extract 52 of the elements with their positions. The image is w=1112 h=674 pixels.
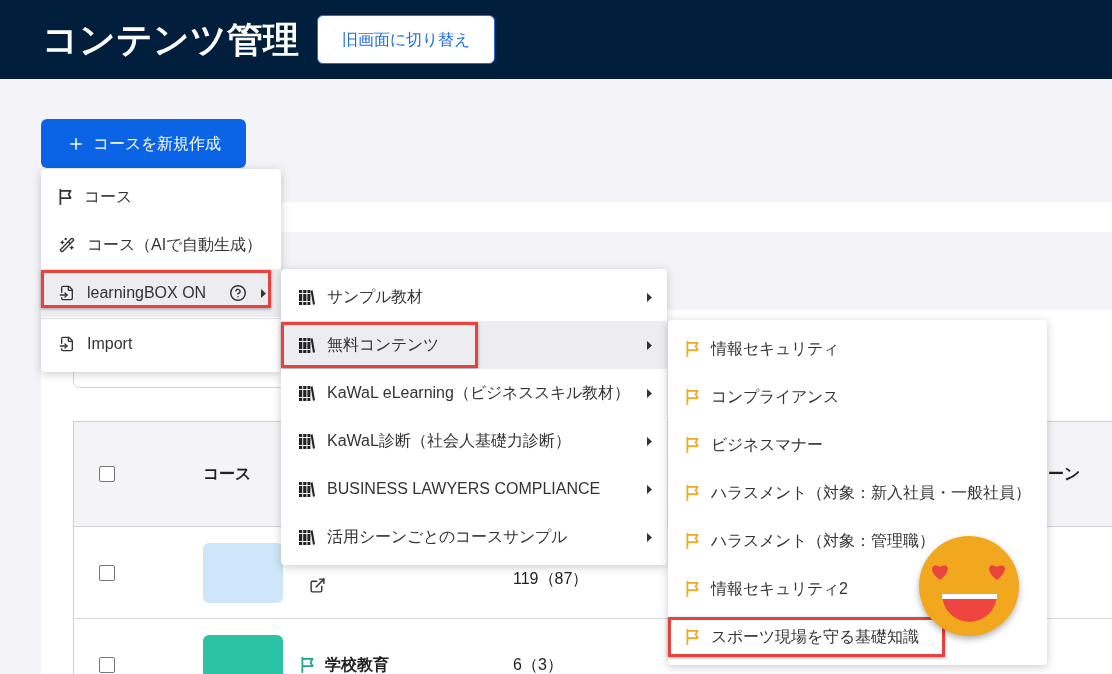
flag-icon xyxy=(686,629,699,645)
menu-item[interactable]: 情報セキュリティ2 xyxy=(668,565,850,613)
caret-icon xyxy=(647,484,652,494)
books-icon xyxy=(299,385,315,401)
books-icon xyxy=(299,289,315,305)
menu-item[interactable]: KaWaL診断（社会人基礎力診断） xyxy=(281,417,667,465)
switch-view-button[interactable]: 旧画面に切り替え xyxy=(317,15,495,64)
checkbox[interactable] xyxy=(99,466,115,482)
books-icon xyxy=(299,529,315,545)
books-icon xyxy=(299,433,315,449)
menu-item[interactable]: BUSINESS LAWYERS COMPLIANCE xyxy=(281,465,667,513)
file-import-icon xyxy=(59,336,75,352)
flag-icon xyxy=(686,581,699,597)
column-header: ーン xyxy=(1048,464,1080,484)
caret-icon xyxy=(647,340,652,350)
flag-icon xyxy=(686,533,699,549)
menu-item[interactable]: KaWaL eLearning（ビジネススキル教材） xyxy=(281,369,667,417)
books-icon xyxy=(299,481,315,497)
flag-icon xyxy=(686,389,699,405)
menu-item[interactable]: コース xyxy=(41,173,281,221)
flag-icon xyxy=(686,437,699,453)
menu-item[interactable]: スポーツ現場を守る基礎知識 xyxy=(668,613,945,661)
caret-icon xyxy=(647,388,652,398)
caret-icon xyxy=(647,436,652,446)
flag-icon xyxy=(59,189,72,205)
caret-icon xyxy=(647,292,652,302)
external-link-icon[interactable] xyxy=(309,577,326,594)
caret-icon xyxy=(647,532,652,542)
menu-item[interactable]: 活用シーンごとのコースサンプル xyxy=(281,513,667,561)
help-icon[interactable] xyxy=(230,285,247,301)
menu-item[interactable]: learningBOX ON xyxy=(41,269,281,317)
course-title[interactable]: 学校教育 xyxy=(325,652,389,674)
menu-item[interactable]: コース（AIで自動生成） xyxy=(41,221,281,269)
file-import-icon xyxy=(59,285,75,301)
checkbox[interactable] xyxy=(99,656,115,673)
create-course-button[interactable]: コースを新規作成 xyxy=(41,119,246,168)
page-title: コンテンツ管理 xyxy=(42,21,299,58)
column-header: コース xyxy=(203,464,251,484)
flag-icon xyxy=(301,656,314,673)
menu-item[interactable]: 無料コンテンツ xyxy=(281,321,667,369)
checkbox[interactable] xyxy=(99,564,115,581)
magic-wand-icon xyxy=(59,237,75,253)
flag-icon xyxy=(686,485,699,501)
table-cell-text: 119（87） xyxy=(513,568,589,589)
menu-item[interactable]: ビジネスマナー xyxy=(668,421,825,469)
books-icon xyxy=(299,337,315,353)
menu-item[interactable]: Import xyxy=(41,320,281,368)
caret-icon xyxy=(261,288,266,298)
heart-eyes-emoji-icon xyxy=(919,536,1019,636)
menu-item[interactable]: サンプル教材 xyxy=(281,273,667,321)
flag-icon xyxy=(686,341,699,357)
table-cell-text: 6（3） xyxy=(513,654,563,674)
